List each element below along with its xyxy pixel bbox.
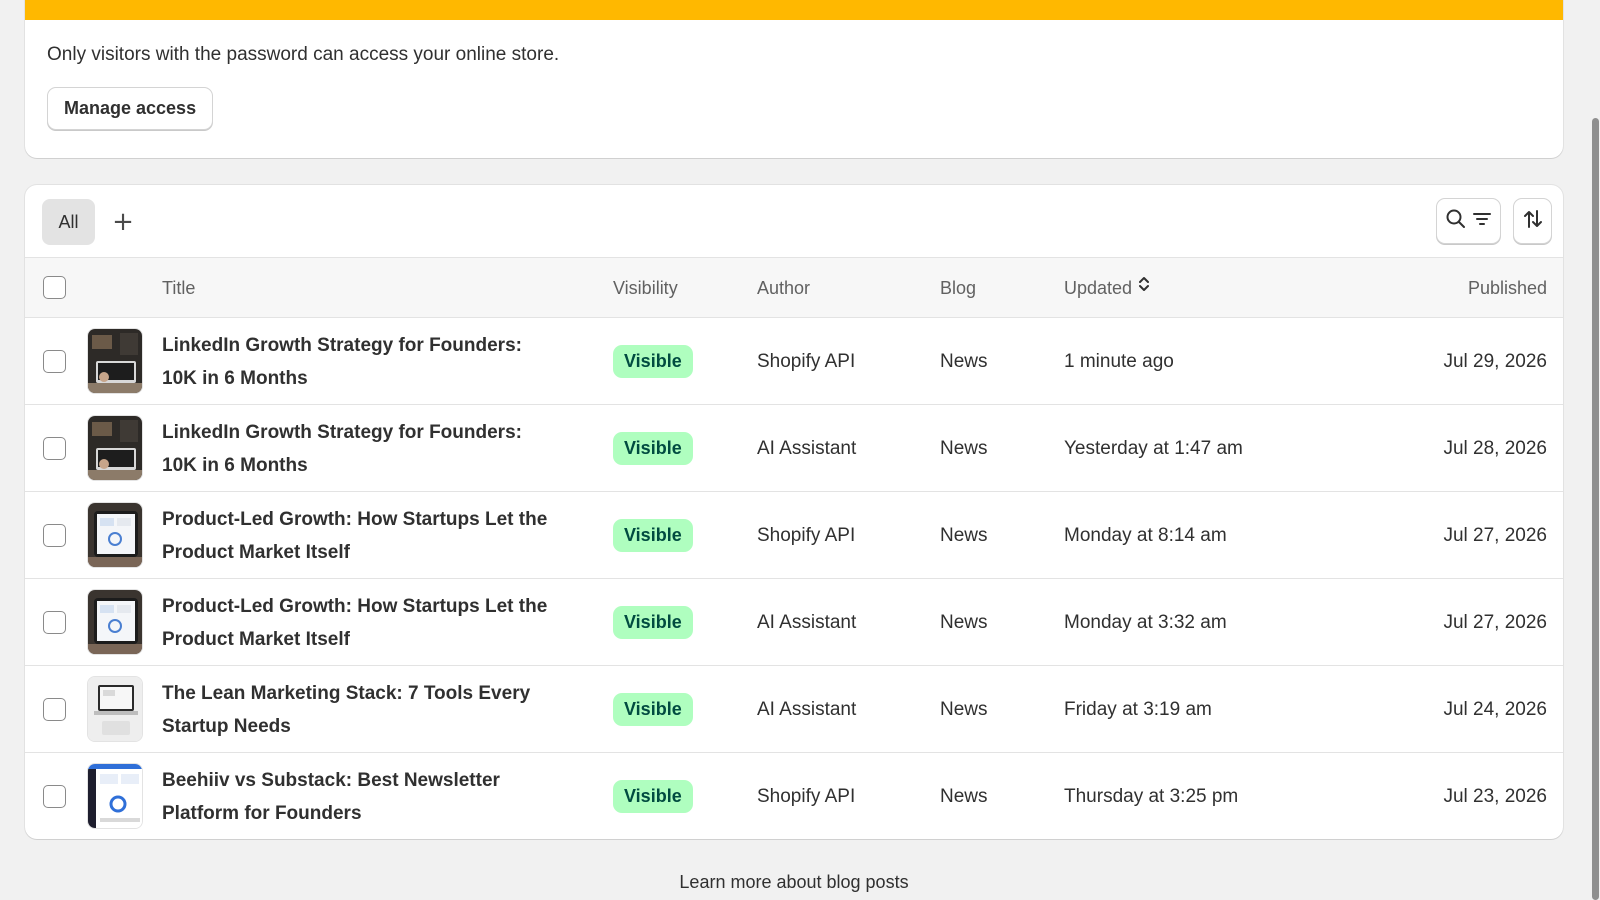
visibility-badge: Visible — [613, 345, 693, 378]
post-author: Shopify API — [757, 351, 856, 372]
post-thumbnail — [87, 763, 143, 829]
post-published: Jul 27, 2026 — [1443, 525, 1547, 546]
column-header-updated-label: Updated — [1064, 278, 1133, 298]
visibility-badge: Visible — [613, 606, 693, 639]
visibility-badge: Visible — [613, 432, 693, 465]
table-row[interactable]: Beehiiv vs Substack: Best Newsletter Pla… — [25, 753, 1563, 839]
learn-more-link[interactable]: Learn more about blog posts — [0, 872, 1588, 893]
post-blog: News — [940, 525, 988, 546]
post-author: AI Assistant — [757, 438, 857, 459]
column-header-updated[interactable]: Updated — [1064, 258, 1150, 318]
visibility-badge: Visible — [613, 693, 693, 726]
post-title[interactable]: Product-Led Growth: How Startups Let the… — [162, 579, 562, 666]
post-published: Jul 28, 2026 — [1443, 438, 1547, 459]
table-row[interactable]: The Lean Marketing Stack: 7 Tools Every … — [25, 666, 1563, 753]
post-published: Jul 24, 2026 — [1443, 699, 1547, 720]
post-thumbnail — [87, 415, 143, 481]
post-blog: News — [940, 786, 988, 807]
post-blog: News — [940, 351, 988, 372]
post-thumbnail — [87, 589, 143, 655]
post-updated: Friday at 3:19 am — [1064, 699, 1212, 720]
visibility-badge: Visible — [613, 519, 693, 552]
table-row[interactable]: LinkedIn Growth Strategy for Founders: 1… — [25, 318, 1563, 405]
post-published: Jul 29, 2026 — [1443, 351, 1547, 372]
post-updated: Thursday at 3:25 pm — [1064, 786, 1239, 807]
table-toolbar: All + — [25, 185, 1563, 258]
add-view-button[interactable]: + — [103, 199, 143, 245]
search-filter-button[interactable] — [1436, 198, 1501, 244]
table-header: Title Visibility Author Blog Updated Pub… — [25, 258, 1563, 318]
post-author: Shopify API — [757, 786, 856, 807]
sort-arrows-icon — [1522, 208, 1544, 235]
post-published: Jul 27, 2026 — [1443, 612, 1547, 633]
post-thumbnail — [87, 328, 143, 394]
post-blog: News — [940, 612, 988, 633]
warning-strip — [25, 0, 1563, 20]
column-header-visibility: Visibility — [613, 278, 678, 298]
blog-posts-page: Only visitors with the password can acce… — [0, 0, 1600, 900]
page-scrollbar[interactable] — [1590, 0, 1600, 900]
column-header-published: Published — [1467, 278, 1547, 298]
row-checkbox[interactable] — [43, 785, 66, 808]
password-protection-banner: Only visitors with the password can acce… — [25, 0, 1563, 158]
banner-message: Only visitors with the password can acce… — [47, 44, 560, 65]
blog-posts-table: All + Title Visibility Author Blog Updat… — [25, 185, 1563, 839]
column-header-title: Title — [162, 278, 196, 298]
post-title[interactable]: Product-Led Growth: How Startups Let the… — [162, 492, 562, 579]
row-checkbox[interactable] — [43, 350, 66, 373]
post-blog: News — [940, 438, 988, 459]
post-author: AI Assistant — [757, 612, 857, 633]
table-row[interactable]: LinkedIn Growth Strategy for Founders: 1… — [25, 405, 1563, 492]
post-updated: 1 minute ago — [1064, 351, 1174, 372]
sort-chevrons-icon — [1138, 258, 1150, 318]
sort-button[interactable] — [1513, 198, 1552, 244]
post-updated: Monday at 3:32 am — [1064, 612, 1227, 633]
scrollbar-thumb[interactable] — [1592, 118, 1599, 900]
post-title[interactable]: Beehiiv vs Substack: Best Newsletter Pla… — [162, 753, 562, 839]
select-all-checkbox[interactable] — [43, 276, 66, 299]
post-blog: News — [940, 699, 988, 720]
post-thumbnail — [87, 502, 143, 568]
post-title[interactable]: The Lean Marketing Stack: 7 Tools Every … — [162, 666, 562, 753]
table-row[interactable]: Product-Led Growth: How Startups Let the… — [25, 579, 1563, 666]
post-updated: Monday at 8:14 am — [1064, 525, 1227, 546]
table-body: LinkedIn Growth Strategy for Founders: 1… — [25, 318, 1563, 839]
search-icon — [1445, 208, 1467, 235]
post-thumbnail — [87, 676, 143, 742]
filter-icon — [1471, 208, 1493, 235]
column-header-blog: Blog — [940, 278, 977, 298]
column-header-author: Author — [757, 278, 811, 298]
tab-all[interactable]: All — [42, 199, 95, 245]
row-checkbox[interactable] — [43, 524, 66, 547]
post-title[interactable]: LinkedIn Growth Strategy for Founders: 1… — [162, 405, 562, 492]
row-checkbox[interactable] — [43, 611, 66, 634]
post-author: AI Assistant — [757, 699, 857, 720]
post-published: Jul 23, 2026 — [1443, 786, 1547, 807]
visibility-badge: Visible — [613, 780, 693, 813]
manage-access-button[interactable]: Manage access — [47, 87, 214, 130]
table-row[interactable]: Product-Led Growth: How Startups Let the… — [25, 492, 1563, 579]
post-title[interactable]: LinkedIn Growth Strategy for Founders: 1… — [162, 318, 562, 405]
row-checkbox[interactable] — [43, 698, 66, 721]
post-updated: Yesterday at 1:47 am — [1064, 438, 1243, 459]
row-checkbox[interactable] — [43, 437, 66, 460]
post-author: Shopify API — [757, 525, 856, 546]
